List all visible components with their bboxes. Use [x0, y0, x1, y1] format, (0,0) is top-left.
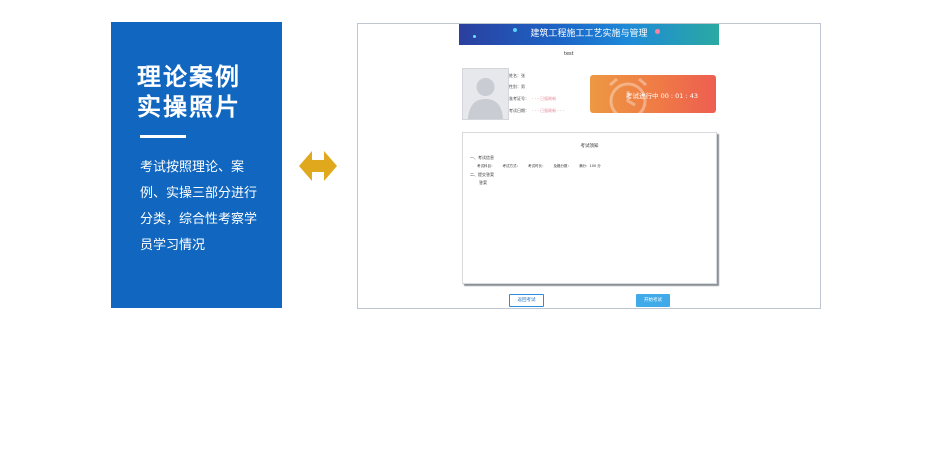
- info-id: 准考证号： - - - 已报刷新: [509, 96, 556, 102]
- info-gender: 性别：男: [509, 84, 525, 90]
- meta-full: 满分：100 分: [579, 164, 601, 168]
- exam-paper: 考试须知 一、考试信息 考试科目： 考试方式： 考试时长： 及格分数： 满分：100 分…: [462, 132, 717, 284]
- meta-subject: 考试科目：: [477, 164, 495, 168]
- avatar-icon: [468, 78, 503, 119]
- info-name-value: 张: [521, 73, 525, 78]
- info-id-value: - - - 已报刷新: [532, 96, 557, 101]
- timer-text: 考试进行中 00 : 01 : 43: [626, 92, 699, 100]
- paper-section-answer: 二、提交答案: [470, 172, 494, 177]
- info-date-value: - - - 已报刷新 - - -: [532, 108, 565, 113]
- exam-name: test: [564, 51, 574, 57]
- banner-title: 建筑工程施工工艺实施与管理: [530, 29, 648, 39]
- meta-duration: 考试时长：: [528, 164, 546, 168]
- banner: 建筑工程施工工艺实施与管理: [459, 24, 719, 45]
- info-gender-label: 性别：: [509, 84, 521, 89]
- info-id-label: 准考证号：: [509, 96, 529, 101]
- back-exam-button[interactable]: 返回考试: [509, 294, 544, 307]
- double-arrow-icon: [299, 151, 337, 181]
- info-name-label: 姓名：: [509, 73, 521, 78]
- paper-section-info: 一、考试信息: [470, 155, 494, 160]
- info-gender-value: 男: [521, 84, 525, 89]
- meta-pass: 及格分数：: [553, 164, 572, 168]
- info-name: 姓名：张: [509, 73, 525, 79]
- start-exam-button[interactable]: 开始考试: [636, 294, 670, 307]
- meta-method: 考试方式：: [502, 164, 521, 168]
- exam-timer-card: 考试进行中 00 : 01 : 43: [590, 75, 716, 113]
- info-date-label: 考试日期：: [509, 108, 529, 113]
- paper-meta: 考试科目： 考试方式： 考试时长： 及格分数： 满分：100 分: [477, 164, 609, 169]
- promo-divider: [140, 135, 186, 138]
- promo-title-line-2: 实操照片: [137, 93, 241, 121]
- paper-answer: 答案: [479, 180, 487, 185]
- paper-title: 考试须知: [580, 144, 599, 149]
- promo-card: 理论案例 实操照片 考试按照理论、案例、实操三部分进行分类，综合性考察学员学习情…: [111, 22, 282, 308]
- candidate-photo: [462, 68, 509, 120]
- promo-title-line-1: 理论案例: [137, 63, 241, 91]
- info-date: 考试日期： - - - 已报刷新 - - -: [509, 108, 564, 114]
- promo-description: 考试按照理论、案例、实操三部分进行分类，综合性考察学员学习情况: [140, 160, 258, 253]
- exam-screenshot: 建筑工程施工工艺实施与管理 test 姓名：张 性别：男 准考证号： - - - …: [357, 23, 821, 309]
- promo-title: 理论案例 实操照片: [137, 62, 267, 122]
